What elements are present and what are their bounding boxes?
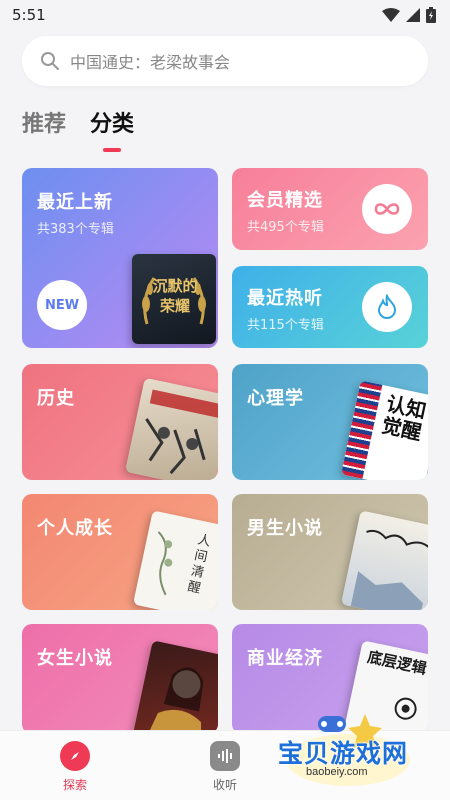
nav-listen-label: 收听 (212, 778, 237, 792)
nav-listen[interactable]: 收听 (195, 741, 255, 793)
card-vip[interactable]: 会员精选 共495个专辑 (232, 168, 428, 250)
book-cover-title: 认知觉醒 (379, 391, 428, 445)
category-tabs: 推荐 分类 (22, 106, 134, 152)
card-hot[interactable]: 最近热听 共115个专辑 (232, 266, 428, 348)
signal-icon (406, 8, 420, 22)
card-title: 会员精选 (247, 190, 323, 211)
battery-icon (426, 7, 436, 23)
nav-explore[interactable]: 探索 (45, 741, 105, 793)
book-cover: 沉默的荣耀 (132, 254, 216, 344)
card-subtitle: 共383个专辑 (37, 222, 114, 237)
book-cover (340, 510, 428, 610)
wifi-icon (382, 8, 400, 22)
card-title: 个人成长 (37, 518, 113, 539)
audio-wave-icon (210, 741, 240, 771)
card-title: 最近上新 (37, 192, 113, 213)
watermark-logo: 宝贝游戏网 baobeiy.com (270, 712, 450, 792)
nav-explore-label: 探索 (62, 778, 87, 792)
card-title: 女生小说 (37, 648, 113, 669)
flame-icon (362, 282, 412, 332)
status-bar: 5:51 (0, 0, 450, 30)
book-cover: 认知觉醒 (340, 380, 428, 480)
status-time: 5:51 (12, 6, 46, 24)
card-male-novel[interactable]: 男生小说 (232, 494, 428, 610)
tab-category[interactable]: 分类 (90, 106, 134, 152)
card-title: 心理学 (247, 388, 304, 409)
search-placeholder: 中国通史：老梁故事会 (70, 53, 231, 72)
status-icons (382, 7, 436, 23)
tab-recommend[interactable]: 推荐 (22, 106, 66, 152)
book-cover-title: 沉默的荣耀 (152, 277, 198, 315)
card-title: 最近热听 (247, 288, 323, 309)
card-title: 历史 (37, 388, 75, 409)
infinity-icon (362, 184, 412, 234)
book-cover (125, 377, 218, 480)
book-cover (132, 640, 218, 734)
search-bar[interactable]: 中国通史：老梁故事会 (22, 36, 428, 86)
watermark-text: 宝贝游戏网 (278, 739, 409, 768)
card-psychology[interactable]: 心理学 认知觉醒 (232, 364, 428, 480)
card-history[interactable]: 历史 (22, 364, 218, 480)
card-title: 商业经济 (247, 648, 323, 669)
card-title: 男生小说 (247, 518, 323, 539)
book-cover: 人间清醒 (132, 510, 218, 610)
new-badge: NEW (37, 280, 87, 330)
card-female-novel[interactable]: 女生小说 (22, 624, 218, 734)
new-badge-label: NEW (44, 297, 80, 313)
card-growth[interactable]: 个人成长 人间清醒 (22, 494, 218, 610)
card-subtitle: 共115个专辑 (247, 318, 324, 333)
compass-icon (60, 741, 90, 771)
watermark-url: baobeiy.com (306, 766, 368, 778)
card-recent-new[interactable]: 最近上新 共383个专辑 NEW 沉默的荣耀 (22, 168, 218, 348)
search-icon (41, 52, 59, 70)
card-subtitle: 共495个专辑 (247, 220, 324, 235)
